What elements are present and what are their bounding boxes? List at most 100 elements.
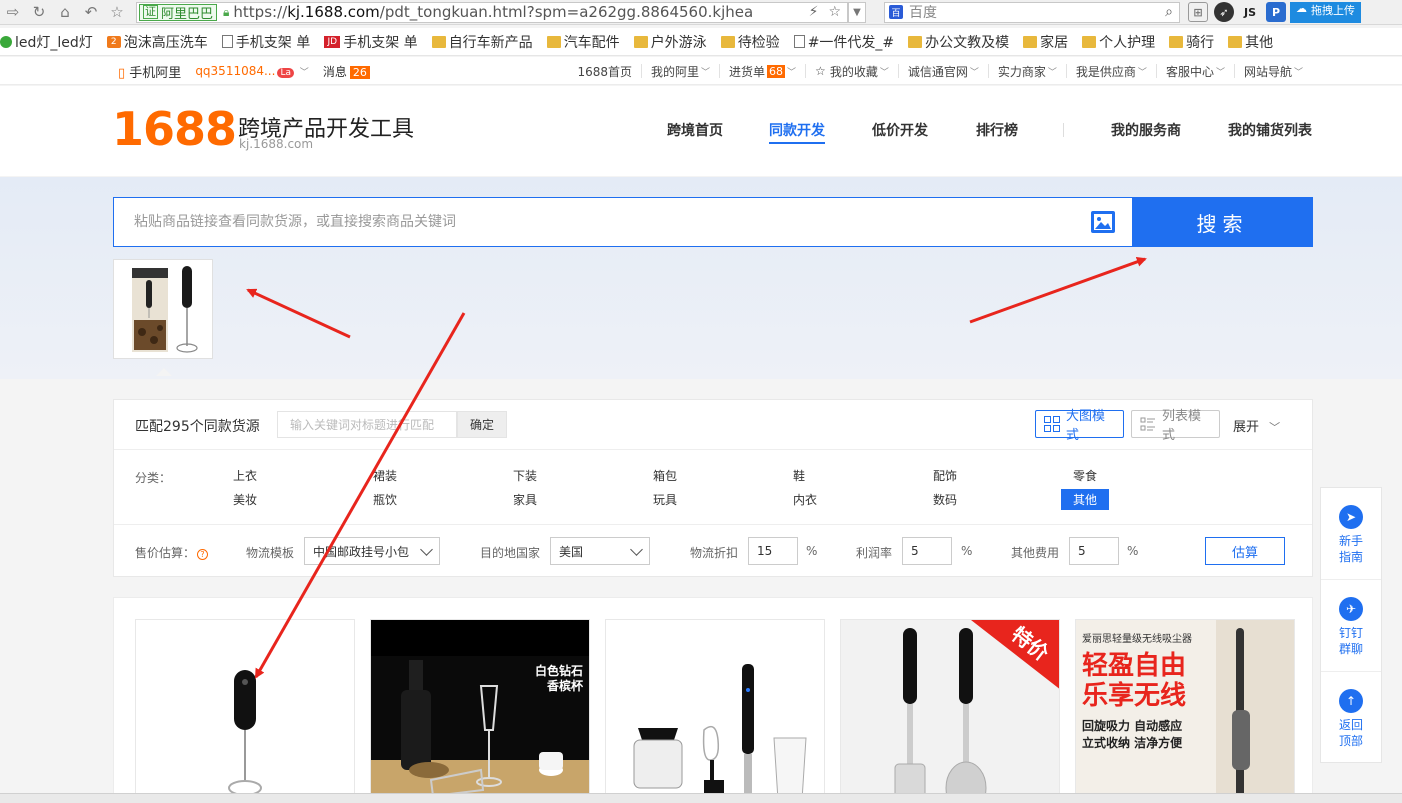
product-card[interactable]: 爱丽思轻量级无线吸尘器 轻盈自由 乐享无线 回旋吸力 自动感应 立式收纳 洁净方… (1075, 619, 1295, 803)
search-bar: 搜索 (113, 197, 1313, 247)
product-card[interactable]: 白色钻石 香槟杯 (370, 619, 590, 803)
js-extension-icon[interactable]: JS (1240, 2, 1260, 22)
bookmark-star-icon[interactable]: ☆ (828, 4, 841, 20)
dropdown-icon[interactable]: ▼ (848, 1, 866, 23)
category-option[interactable]: 鞋 (793, 467, 805, 484)
topbar-link[interactable]: 客服中心 ﹀ (1155, 64, 1234, 79)
logistics-template-select[interactable]: 中国邮政挂号小包 (304, 537, 440, 565)
topbar-link[interactable]: 我是供应商 ﹀ (1065, 64, 1156, 79)
search-button[interactable]: 搜索 (1132, 197, 1313, 247)
nav-low-price[interactable]: 低价开发 (872, 120, 928, 140)
card-slogan: 乐享无线 (1082, 681, 1187, 711)
expand-toggle[interactable]: 展开 ﹀ (1233, 416, 1280, 435)
product-card[interactable] (605, 619, 825, 803)
nav-same-style[interactable]: 同款开发 (769, 120, 825, 144)
bookmark-item[interactable]: 办公文教及模 (901, 32, 1016, 52)
forward-icon[interactable]: ⇨ (0, 1, 26, 23)
user-menu[interactable]: qq3511084... La ﹀ (195, 64, 309, 78)
bookmark-item[interactable]: 2 泡沫高压洗车 (100, 32, 215, 52)
topbar-link[interactable]: 我的阿里 ﹀ (640, 64, 719, 79)
bookmark-item[interactable]: 其他 (1221, 32, 1280, 52)
category-option[interactable]: 美妆 (233, 491, 257, 508)
star-icon[interactable]: ☆ (104, 1, 130, 23)
category-option[interactable]: 家具 (513, 491, 537, 508)
category-option[interactable]: 其他 (1061, 489, 1110, 510)
category-option[interactable]: 配饰 (933, 467, 957, 484)
keyword-confirm-button[interactable]: 确定 (457, 411, 507, 438)
bookmark-item[interactable]: 个人护理 (1075, 32, 1162, 52)
product-card[interactable] (135, 619, 355, 803)
category-option[interactable]: 零食 (1073, 467, 1097, 484)
category-filter: 分类： 上衣 裙装 下装 箱包 鞋 配饰 零食 美妆 瓶饮 家具 玩具 内衣 数码 其他 (114, 451, 1312, 525)
mobile-alibaba-link[interactable]: ▯ 手机阿里 (118, 62, 181, 81)
category-option[interactable]: 上衣 (233, 467, 257, 484)
floating-tools: ➤ 新手 指南 ✈ 钉钉 群聊 ↑ 返回 顶部 (1320, 487, 1382, 763)
url-text[interactable]: https://kj.1688.com/pdt_tongkuan.html?sp… (233, 3, 753, 21)
nav-ranking[interactable]: 排行榜 (976, 120, 1018, 140)
bookmark-item[interactable]: led灯_led灯 (0, 32, 100, 52)
topbar-link[interactable]: 进货单 68 ﹀ (719, 64, 805, 79)
category-option[interactable]: 瓶饮 (373, 491, 397, 508)
keyword-filter-input[interactable] (277, 411, 457, 438)
grid-mode-button[interactable]: 大图模式 (1035, 409, 1124, 443)
bookmark-item[interactable]: 汽车配件 (540, 32, 627, 52)
chevron-down-icon: ﹀ (1047, 67, 1057, 78)
logistics-discount-input[interactable] (748, 537, 798, 565)
price-estimate-label: 售价估算：? (135, 544, 209, 561)
bookmark-item[interactable]: 手机支架 单 (215, 32, 317, 52)
rocket-extension-icon[interactable]: ➶ (1214, 2, 1234, 22)
folder-icon (1023, 35, 1038, 48)
certificate-badge[interactable]: 证阿里巴巴 (139, 3, 218, 22)
category-option[interactable]: 数码 (933, 491, 957, 508)
grid-extension-icon[interactable]: ⊞ (1188, 2, 1208, 22)
chevron-down-icon: ﹀ (1293, 67, 1303, 78)
topbar-link[interactable]: ☆ 我的收藏 ﹀ (805, 64, 898, 79)
topbar-link[interactable]: 诚信通官网 ﹀ (897, 64, 988, 79)
p-extension-icon[interactable]: P (1266, 2, 1286, 22)
beginner-guide-button[interactable]: ➤ 新手 指南 (1321, 505, 1381, 565)
bookmark-item[interactable]: 骑行 (1162, 32, 1221, 52)
image-search-icon[interactable] (1090, 210, 1116, 234)
nav-kj-home[interactable]: 跨境首页 (667, 120, 723, 140)
topbar-link[interactable]: 1688首页 (568, 64, 641, 79)
bookmark-item[interactable]: 家居 (1016, 32, 1075, 52)
logistics-label: 物流模板 (246, 546, 295, 560)
undo-icon[interactable]: ↶ (78, 1, 104, 23)
nav-my-providers[interactable]: 我的服务商 (1111, 120, 1181, 140)
search-input[interactable] (113, 197, 1132, 247)
category-option[interactable]: 箱包 (653, 467, 677, 484)
search-icon[interactable]: ⌕ (1165, 4, 1173, 20)
destination-country-select[interactable]: 美国 (550, 537, 650, 565)
star-icon: ☆ (815, 64, 826, 78)
profit-rate-input[interactable] (902, 537, 952, 565)
card-slogan: 轻盈自由 (1082, 651, 1187, 681)
engine-search-box[interactable]: 百 百度 ⌕ (884, 1, 1180, 23)
category-option[interactable]: 下装 (513, 467, 537, 484)
bookmark-item[interactable]: 户外游泳 (627, 32, 714, 52)
topbar-link[interactable]: 实力商家 ﹀ (987, 64, 1066, 79)
messages-link[interactable]: 消息 26 (323, 63, 370, 80)
product-card[interactable]: 特价 (840, 619, 1060, 803)
category-option[interactable]: 裙装 (373, 467, 397, 484)
other-cost-input[interactable] (1069, 537, 1119, 565)
price-estimate-row: 售价估算：? 物流模板 中国邮政挂号小包 目的地国家 美国 物流折扣 % 利润率… (114, 526, 1312, 576)
back-to-top-button[interactable]: ↑ 返回 顶部 (1321, 689, 1381, 749)
estimate-button[interactable]: 估算 (1205, 537, 1285, 565)
drag-upload-button[interactable]: ☁ 拖拽上传 (1290, 1, 1361, 23)
refresh-icon[interactable]: ↻ (26, 1, 52, 23)
category-option[interactable]: 玩具 (653, 491, 677, 508)
help-icon[interactable]: ? (197, 549, 209, 560)
home-icon[interactable]: ⌂ (52, 1, 78, 23)
list-mode-button[interactable]: 列表模式 (1131, 409, 1220, 443)
dingtalk-group-button[interactable]: ✈ 钉钉 群聊 (1321, 597, 1381, 657)
bookmark-item[interactable]: JD 手机支架 单 (317, 32, 424, 52)
topbar-link[interactable]: 网站导航 ﹀ (1233, 64, 1312, 79)
category-option[interactable]: 内衣 (793, 491, 817, 508)
bookmark-item[interactable]: 待检验 (714, 32, 787, 52)
uploaded-product-thumbnail[interactable] (113, 259, 213, 359)
address-bar[interactable]: 证阿里巴巴 🔒︎ https://kj.1688.com/pdt_tongkua… (136, 1, 848, 23)
bookmark-item[interactable]: #一件代发_# (787, 32, 901, 52)
bookmark-item[interactable]: 自行车新产品 (425, 32, 540, 52)
nav-my-listings[interactable]: 我的铺货列表 (1228, 120, 1312, 140)
lightning-icon[interactable]: ⚡︎ (809, 4, 819, 20)
